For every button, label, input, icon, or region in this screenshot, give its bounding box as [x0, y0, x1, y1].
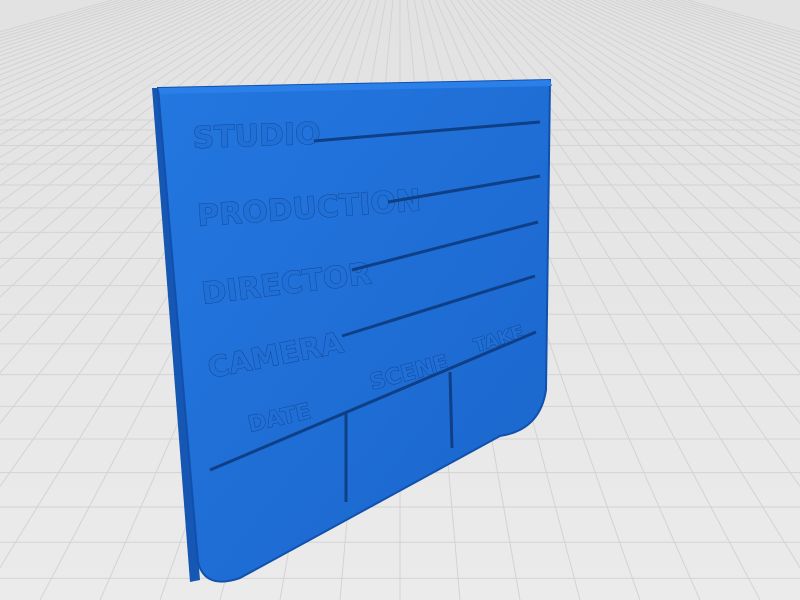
field-label-studio: STUDIO: [192, 117, 321, 156]
column-divider-2: [448, 371, 454, 449]
viewport-scene: STUDIO PRODUCTION DIRECTOR CAMERA DATE S…: [0, 0, 800, 600]
